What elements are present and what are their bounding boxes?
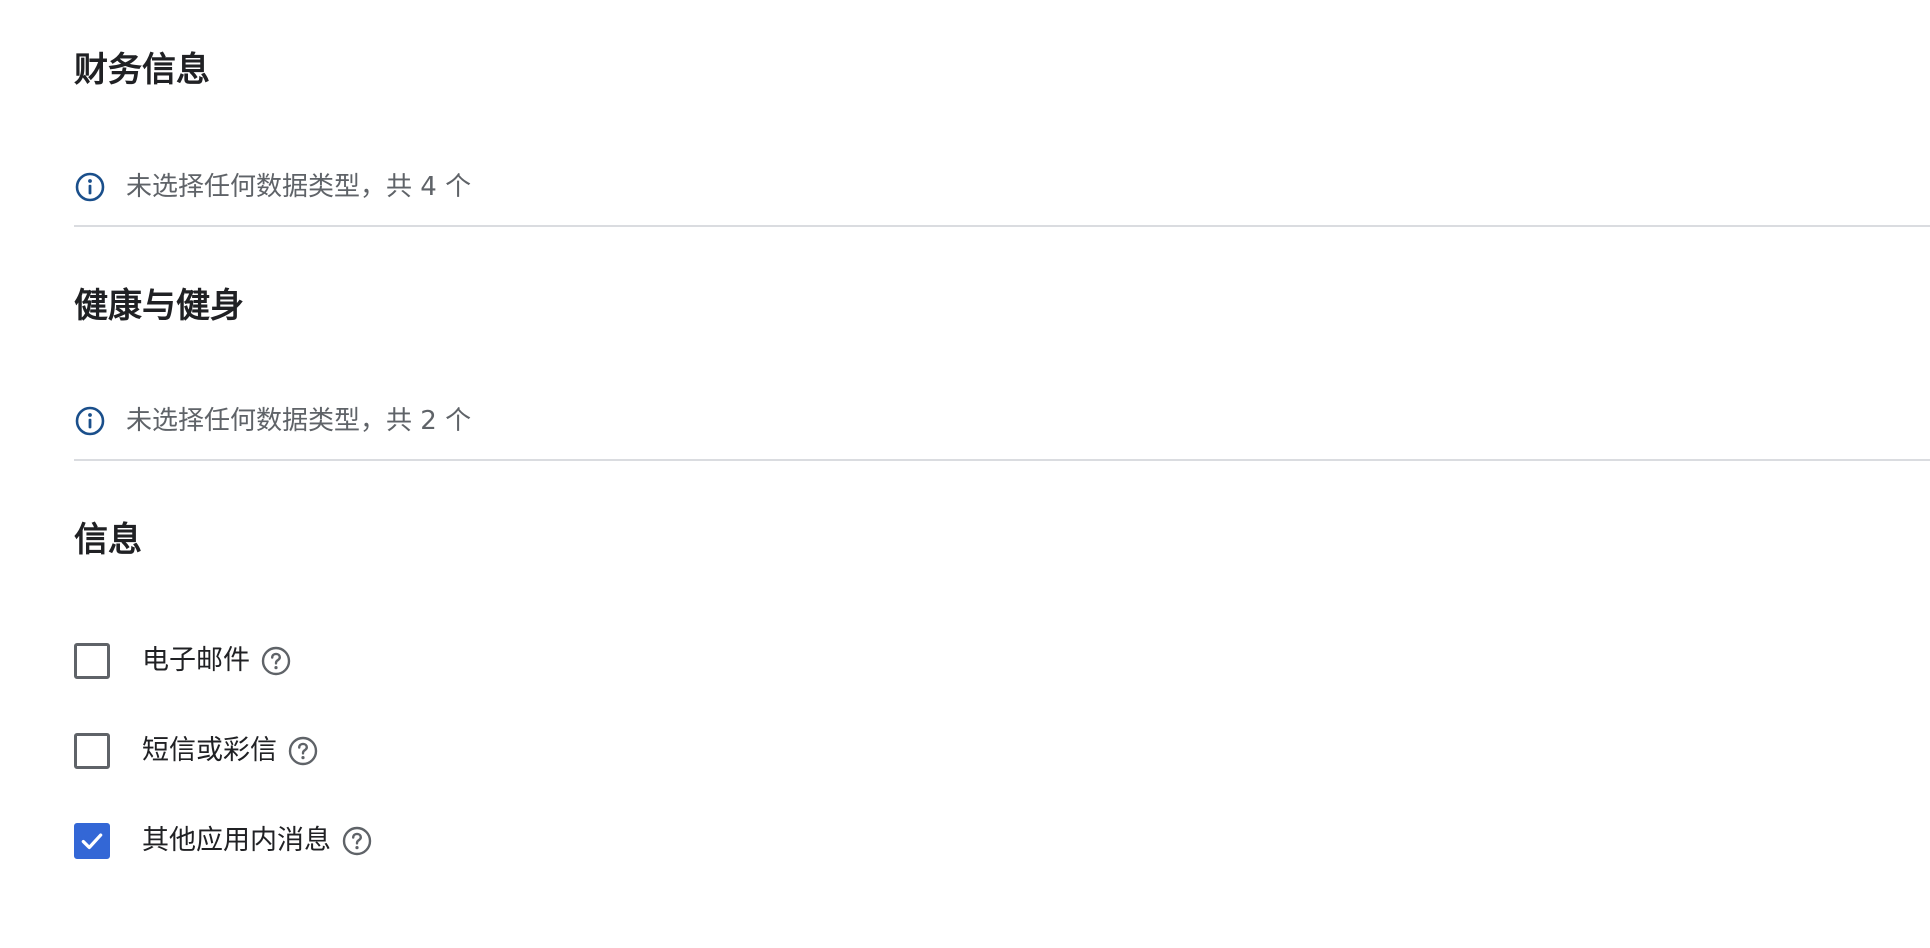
section-title-messages: 信息 bbox=[74, 520, 142, 560]
health-fitness-status-text: 未选择任何数据类型，共 2 个 bbox=[126, 406, 472, 436]
other-in-app-messages-checkbox[interactable] bbox=[74, 823, 110, 859]
section-divider bbox=[74, 459, 1930, 461]
section-title-financial-info: 财务信息 bbox=[74, 50, 210, 90]
section-financial-info: 财务信息 未选择任何数据类型，共 4 个 bbox=[74, 46, 1930, 202]
financial-info-status: 未选择任何数据类型，共 4 个 bbox=[74, 169, 471, 205]
sms-mms-label[interactable]: 短信或彩信 bbox=[142, 731, 277, 771]
check-icon bbox=[81, 833, 103, 850]
option-other-in-app-messages[interactable]: 其他应用内消息 bbox=[74, 821, 373, 861]
info-icon bbox=[74, 171, 106, 203]
other-in-app-messages-label[interactable]: 其他应用内消息 bbox=[142, 821, 331, 861]
section-messages: 信息 bbox=[74, 514, 1930, 574]
help-circle-icon[interactable] bbox=[260, 645, 292, 677]
email-checkbox[interactable] bbox=[74, 643, 110, 679]
option-sms-mms[interactable]: 短信或彩信 bbox=[74, 731, 319, 771]
help-circle-icon[interactable] bbox=[341, 825, 373, 857]
data-types-page: 财务信息 未选择任何数据类型，共 4 个 健康与健身 未选择任何数据类型，共 2… bbox=[0, 0, 1930, 948]
section-title-health-fitness: 健康与健身 bbox=[74, 286, 244, 326]
option-email[interactable]: 电子邮件 bbox=[74, 641, 292, 681]
financial-info-status-text: 未选择任何数据类型，共 4 个 bbox=[126, 172, 472, 202]
info-icon bbox=[74, 405, 106, 437]
email-label[interactable]: 电子邮件 bbox=[142, 641, 250, 681]
health-fitness-status: 未选择任何数据类型，共 2 个 bbox=[74, 403, 471, 439]
help-circle-icon[interactable] bbox=[287, 735, 319, 767]
section-health-fitness: 健康与健身 未选择任何数据类型，共 2 个 bbox=[74, 280, 1930, 436]
sms-mms-checkbox[interactable] bbox=[74, 733, 110, 769]
section-divider bbox=[74, 225, 1930, 227]
